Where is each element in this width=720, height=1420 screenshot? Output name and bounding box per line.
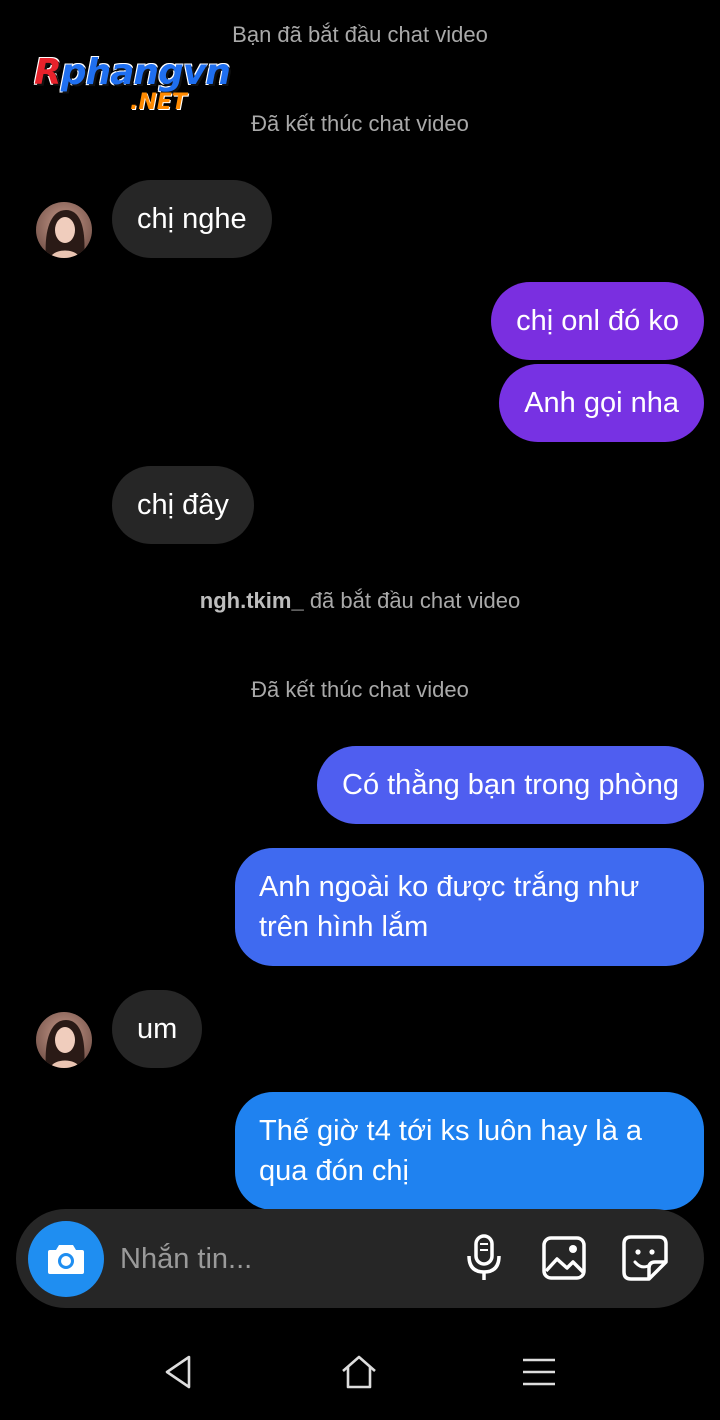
sticker-icon — [622, 1235, 668, 1281]
menu-icon — [523, 1358, 555, 1386]
message-bubble-incoming[interactable]: chị nghe — [112, 180, 272, 258]
message-bubble-incoming[interactable]: chị đây — [112, 466, 254, 544]
contact-avatar[interactable] — [36, 202, 92, 258]
nav-home-button[interactable] — [335, 1348, 383, 1396]
message-bubble-outgoing[interactable]: Anh gọi nha — [499, 364, 704, 442]
nav-menu-button[interactable] — [515, 1348, 563, 1396]
watermark-brand: Rphangvn — [34, 52, 231, 93]
system-message-video-started: Bạn đã bắt đầu chat video — [232, 22, 488, 47]
message-input[interactable] — [120, 1239, 450, 1279]
message-bubble-incoming[interactable]: um — [112, 990, 203, 1068]
contact-avatar[interactable] — [36, 1012, 92, 1068]
microphone-icon — [467, 1234, 501, 1280]
sticker-button[interactable] — [620, 1233, 670, 1283]
system-message-video-started: ngh.tkim_ đã bắt đầu chat video — [199, 588, 521, 613]
avatar-photo-icon — [36, 1012, 92, 1068]
message-bubble-outgoing[interactable]: Thế giờ t4 tới ks luôn hay là a qua đón … — [235, 1092, 704, 1210]
microphone-button[interactable] — [459, 1233, 509, 1283]
gallery-icon — [542, 1236, 586, 1280]
message-composer — [16, 1209, 704, 1308]
camera-icon — [48, 1245, 84, 1274]
gallery-button[interactable] — [539, 1233, 589, 1283]
message-bubble-outgoing[interactable]: Có thằng bạn trong phòng — [317, 746, 704, 824]
back-icon — [165, 1355, 191, 1389]
system-message-username[interactable]: ngh.tkim_ — [200, 588, 304, 613]
system-message-video-ended: Đã kết thúc chat video — [251, 111, 469, 136]
message-bubble-outgoing[interactable]: Anh ngoài ko được trắng như trên hình lắ… — [235, 848, 704, 966]
message-bubble-outgoing[interactable]: chị onl đó ko — [491, 282, 704, 360]
camera-button[interactable] — [28, 1221, 104, 1297]
home-icon — [342, 1355, 376, 1389]
system-message-video-ended: Đã kết thúc chat video — [251, 677, 469, 702]
avatar-photo-icon — [36, 202, 92, 258]
nav-back-button[interactable] — [154, 1348, 202, 1396]
